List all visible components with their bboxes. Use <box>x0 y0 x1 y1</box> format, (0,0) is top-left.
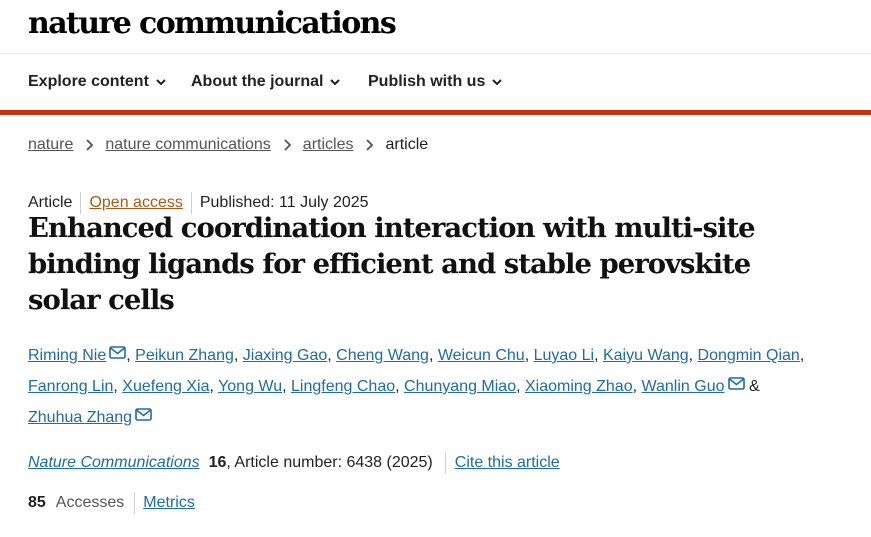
author-separator: , <box>282 378 292 395</box>
author-link[interactable]: Luyao Li <box>534 347 595 364</box>
author-link[interactable]: Cheng Wang <box>336 347 429 364</box>
author-separator: , <box>594 347 603 364</box>
main-nav: Explore content About the journal Publis… <box>0 54 871 110</box>
author-link[interactable]: Weicun Chu <box>438 347 525 364</box>
volume-number: 16 <box>208 454 227 471</box>
accesses-count: 85 <box>28 494 46 511</box>
nav-publish-with-us[interactable]: Publish with us <box>368 73 503 91</box>
author-link[interactable]: Fanrong Lin <box>28 378 113 395</box>
journal-logo[interactable]: nature communications <box>28 6 397 41</box>
author-link[interactable]: Yong Wu <box>218 378 282 395</box>
chevron-right-icon <box>366 139 374 151</box>
nav-label: Explore content <box>28 73 149 90</box>
author-separator: , <box>632 378 642 395</box>
author-separator: , <box>688 347 698 364</box>
accent-divider <box>0 110 871 115</box>
cite-this-article-link[interactable]: Cite this article <box>455 454 560 472</box>
author-link[interactable]: Dongmin Qian <box>698 347 800 364</box>
site-header: nature communications <box>0 0 871 54</box>
breadcrumb-nature-communications[interactable]: nature communications <box>105 136 270 154</box>
author-link[interactable]: Zhuhua Zhang <box>28 409 132 426</box>
author-and: & <box>748 378 760 395</box>
chevron-right-icon <box>86 139 94 151</box>
metrics-link[interactable]: Metrics <box>143 494 195 512</box>
nav-label: About the journal <box>191 73 324 90</box>
mail-icon[interactable] <box>135 408 152 421</box>
author-separator: , <box>209 378 219 395</box>
metrics-divider <box>134 492 136 514</box>
author-list: Riming Nie, Peikun Zhang, Jiaxing Gao, C… <box>28 340 818 433</box>
author-separator: , <box>799 347 805 364</box>
author-separator: , <box>327 347 337 364</box>
mail-icon[interactable] <box>109 346 127 359</box>
citation-line: Nature Communications 16 , Article numbe… <box>28 452 560 474</box>
nav-label: Publish with us <box>368 73 486 90</box>
author-link[interactable]: Lingfeng Chao <box>291 378 395 395</box>
article-number: , Article number: 6438 (2025) <box>226 454 433 471</box>
author-link[interactable]: Peikun Zhang <box>135 347 234 364</box>
author-separator: , <box>233 347 243 364</box>
author-link[interactable]: Riming Nie <box>28 347 106 364</box>
author-link[interactable]: Wanlin Guo <box>642 378 725 395</box>
author-link[interactable]: Kaiyu Wang <box>603 347 689 364</box>
author-separator: , <box>113 378 123 395</box>
author-separator: , <box>516 378 525 395</box>
article-title: Enhanced coordination interaction with m… <box>28 212 756 316</box>
author-link[interactable]: Xiaoming Zhao <box>525 378 633 395</box>
author-separator: , <box>395 378 405 395</box>
author-separator: , <box>126 347 136 364</box>
author-separator: , <box>428 347 438 364</box>
author-link[interactable]: Jiaxing Gao <box>243 347 328 364</box>
metrics-line: 85 Accesses Metrics <box>28 492 195 514</box>
breadcrumb-articles[interactable]: articles <box>303 136 354 154</box>
author-link[interactable]: Xuefeng Xia <box>122 378 209 395</box>
chevron-down-icon <box>330 79 341 86</box>
nav-about-journal[interactable]: About the journal <box>191 73 341 91</box>
breadcrumb-nature[interactable]: nature <box>28 136 73 154</box>
chevron-right-icon <box>284 139 292 151</box>
citation-divider <box>444 452 446 474</box>
journal-link[interactable]: Nature Communications <box>28 454 200 472</box>
chevron-down-icon <box>156 79 166 86</box>
chevron-down-icon <box>492 79 503 86</box>
author-separator: , <box>524 347 534 364</box>
breadcrumb: nature nature communications articles ar… <box>28 136 428 154</box>
breadcrumb-current: article <box>385 136 429 153</box>
nav-explore-content[interactable]: Explore content <box>28 73 166 91</box>
mail-icon[interactable] <box>727 377 745 390</box>
accesses-label: Accesses <box>55 494 125 511</box>
author-link[interactable]: Chunyang Miao <box>404 378 516 395</box>
